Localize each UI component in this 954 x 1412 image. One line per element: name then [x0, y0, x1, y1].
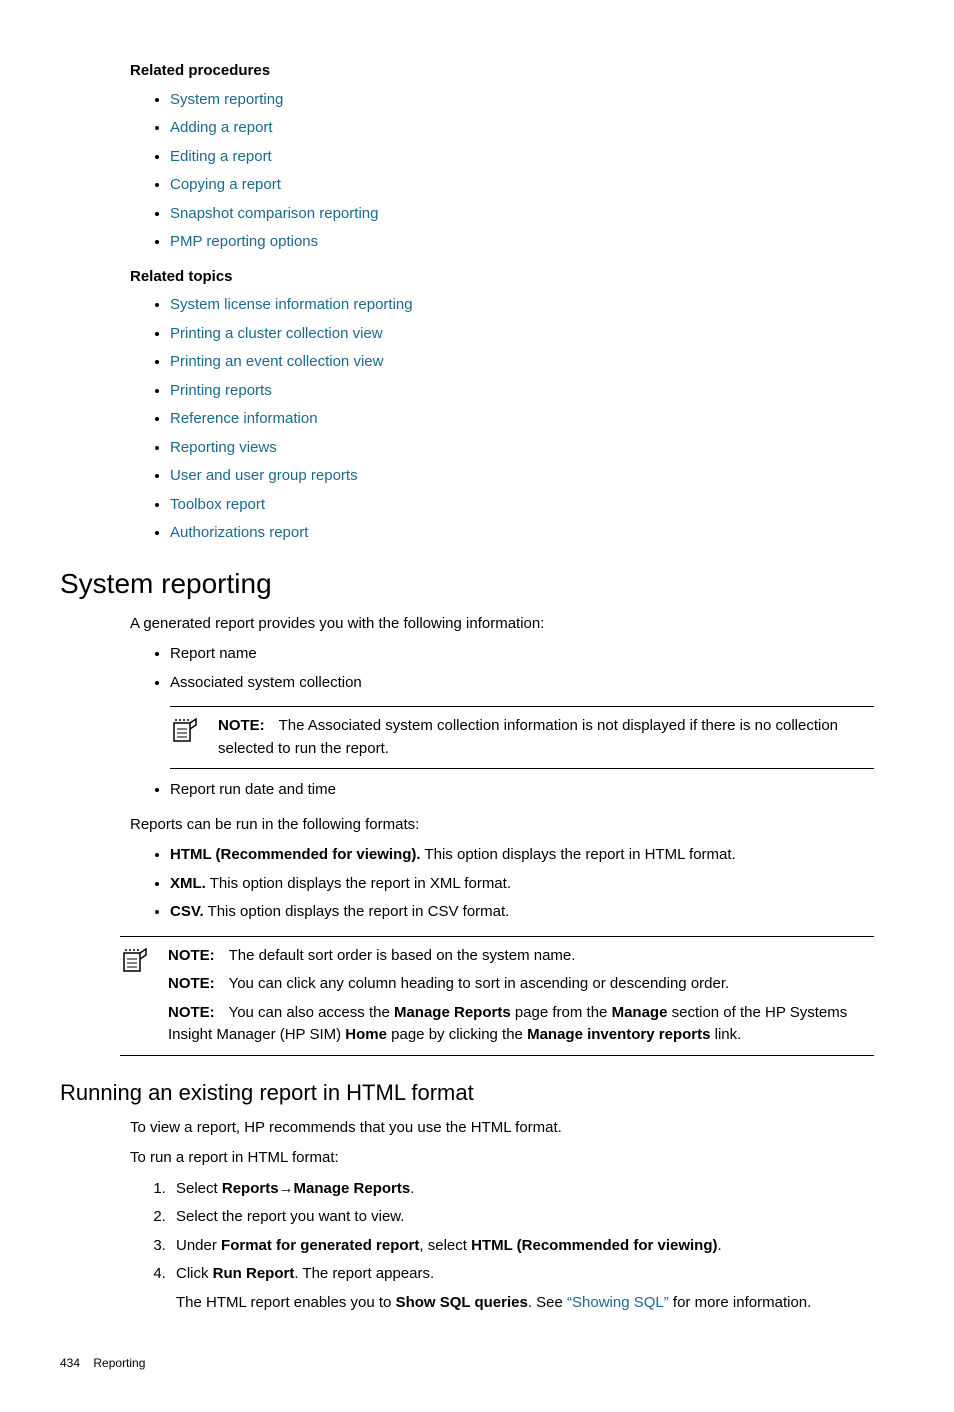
link-editing-report[interactable]: Editing a report	[170, 148, 272, 165]
link-system-reporting[interactable]: System reporting	[170, 91, 283, 108]
list-item: Printing an event collection view	[170, 351, 874, 374]
related-procedures-list: System reporting Adding a report Editing…	[60, 89, 874, 254]
step-item: Select Reports→Manage Reports.	[170, 1178, 874, 1201]
list-item: Printing a cluster collection view	[170, 323, 874, 346]
list-item: PMP reporting options	[170, 231, 874, 254]
list-item: Snapshot comparison reporting	[170, 203, 874, 226]
report-info-list: Report name Associated system collection	[60, 643, 874, 694]
note-text: You can also access the Manage Reports p…	[168, 1004, 847, 1044]
formats-list: HTML (Recommended for viewing). This opt…	[60, 844, 874, 924]
footer-section: Reporting	[93, 1356, 145, 1370]
report-info-list-2: Report run date and time	[60, 779, 874, 802]
list-item: HTML (Recommended for viewing). This opt…	[170, 844, 874, 867]
list-item: Authorizations report	[170, 522, 874, 545]
related-topics-list: System license information reporting Pri…	[60, 294, 874, 545]
link-authorizations-report[interactable]: Authorizations report	[170, 524, 308, 541]
note-label: NOTE:	[218, 717, 265, 734]
list-item: Adding a report	[170, 117, 874, 140]
link-event-view[interactable]: Printing an event collection view	[170, 353, 383, 370]
note-label: NOTE:	[168, 1004, 215, 1021]
link-reference-info[interactable]: Reference information	[170, 410, 318, 427]
page-footer: 434 Reporting	[60, 1354, 874, 1372]
step-item: Select the report you want to view.	[170, 1206, 874, 1229]
running-intro-2: To run a report in HTML format:	[130, 1147, 874, 1170]
list-item: Reference information	[170, 408, 874, 431]
note-label: NOTE:	[168, 975, 215, 992]
step-item: Under Format for generated report, selec…	[170, 1235, 874, 1258]
link-adding-report[interactable]: Adding a report	[170, 119, 273, 136]
list-item: Toolbox report	[170, 494, 874, 517]
note-icon	[170, 717, 210, 760]
list-item: System reporting	[170, 89, 874, 112]
running-intro-1: To view a report, HP recommends that you…	[130, 1117, 874, 1140]
system-reporting-intro: A generated report provides you with the…	[130, 613, 874, 636]
note-block: NOTE: The Associated system collection i…	[170, 706, 874, 769]
link-user-group-reports[interactable]: User and user group reports	[170, 467, 358, 484]
link-cluster-view[interactable]: Printing a cluster collection view	[170, 325, 383, 342]
note-label: NOTE:	[168, 947, 215, 964]
link-printing-reports[interactable]: Printing reports	[170, 382, 272, 399]
formats-intro: Reports can be run in the following form…	[130, 814, 874, 837]
link-system-license[interactable]: System license information reporting	[170, 296, 413, 313]
link-showing-sql[interactable]: “Showing SQL”	[567, 1294, 669, 1311]
note-text: The default sort order is based on the s…	[229, 947, 576, 964]
list-item: Editing a report	[170, 146, 874, 169]
list-item: User and user group reports	[170, 465, 874, 488]
steps-list: Select Reports→Manage Reports. Select th…	[60, 1178, 874, 1315]
link-toolbox-report[interactable]: Toolbox report	[170, 496, 265, 513]
related-topics-heading: Related topics	[130, 266, 874, 289]
list-item: Report run date and time	[170, 779, 874, 802]
link-copying-report[interactable]: Copying a report	[170, 176, 281, 193]
note-block: NOTE: The default sort order is based on…	[120, 936, 874, 1056]
note-text: You can click any column heading to sort…	[229, 975, 730, 992]
note-icon	[120, 947, 160, 1047]
list-item: XML. This option displays the report in …	[170, 873, 874, 896]
list-item: Printing reports	[170, 380, 874, 403]
running-existing-heading: Running an existing report in HTML forma…	[60, 1076, 874, 1109]
related-procedures-heading: Related procedures	[130, 60, 874, 83]
list-item: Report name	[170, 643, 874, 666]
list-item: Associated system collection	[170, 672, 874, 695]
list-item: Copying a report	[170, 174, 874, 197]
system-reporting-heading: System reporting	[60, 563, 874, 605]
page-number: 434	[60, 1356, 80, 1370]
note-text: The Associated system collection informa…	[218, 717, 838, 757]
link-snapshot-comparison[interactable]: Snapshot comparison reporting	[170, 205, 378, 222]
list-item: System license information reporting	[170, 294, 874, 317]
link-pmp-options[interactable]: PMP reporting options	[170, 233, 318, 250]
list-item: Reporting views	[170, 437, 874, 460]
list-item: CSV. This option displays the report in …	[170, 901, 874, 924]
link-reporting-views[interactable]: Reporting views	[170, 439, 277, 456]
